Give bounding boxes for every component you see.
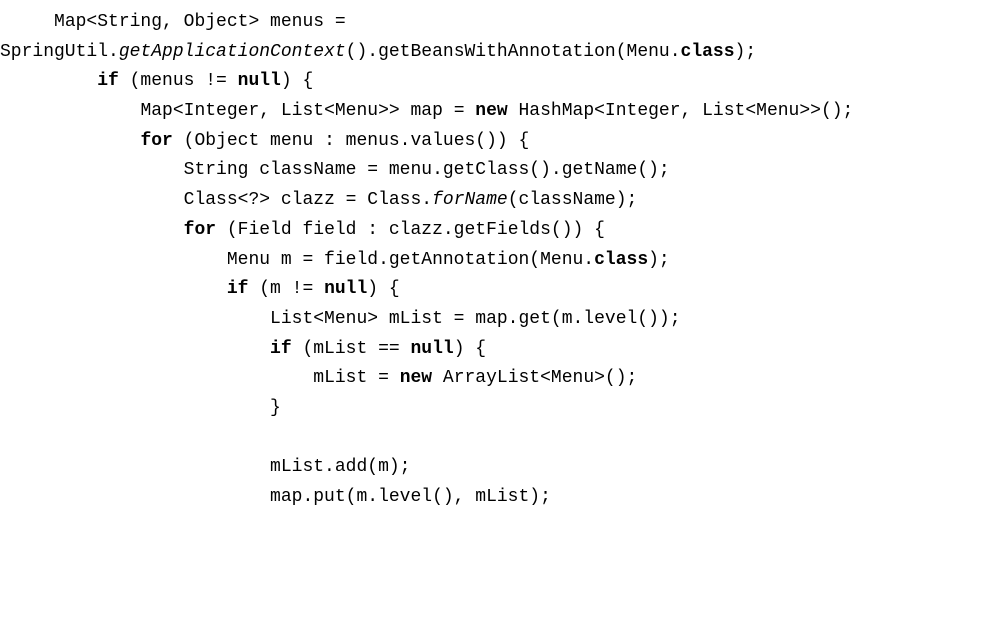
code-line: for (Object menu : menus.values()) { (0, 127, 1000, 157)
code-line: map.put(m.level(), mList); (0, 483, 1000, 513)
code-line: } (0, 394, 1000, 424)
indent (0, 12, 54, 32)
indent (0, 279, 227, 299)
code-token: (menus != (119, 71, 238, 91)
code-token: (Field field : clazz.getFields()) { (216, 220, 605, 240)
keyword-token: null (410, 339, 453, 359)
keyword-token: class (681, 42, 735, 62)
code-token: (Object menu : menus.values()) { (173, 131, 529, 151)
indent (0, 131, 140, 151)
code-token: map.put(m.level(), mList); (270, 487, 551, 507)
code-line: mList.add(m); (0, 453, 1000, 483)
code-line: mList = new ArrayList<Menu>(); (0, 364, 1000, 394)
code-token: (m != (248, 279, 324, 299)
keyword-token: new (475, 101, 507, 121)
code-line: for (Field field : clazz.getFields()) { (0, 216, 1000, 246)
code-token: SpringUtil. (0, 42, 119, 62)
code-token (0, 428, 11, 448)
keyword-token: class (594, 250, 648, 270)
code-token: mList.add(m); (270, 457, 410, 477)
indent (0, 487, 270, 507)
code-token: Map<String, Object> menus = (54, 12, 346, 32)
keyword-token: for (140, 131, 172, 151)
code-line: if (menus != null) { (0, 67, 1000, 97)
indent (0, 398, 270, 418)
code-token: ().getBeansWithAnnotation(Menu. (346, 42, 681, 62)
italic-token: getApplicationContext (119, 42, 346, 62)
code-line: Menu m = field.getAnnotation(Menu.class)… (0, 246, 1000, 276)
code-line: if (m != null) { (0, 275, 1000, 305)
code-line: if (mList == null) { (0, 335, 1000, 365)
code-token: ArrayList<Menu>(); (432, 368, 637, 388)
code-token: Class<?> clazz = Class. (184, 190, 432, 210)
code-line: Map<Integer, List<Menu>> map = new HashM… (0, 97, 1000, 127)
code-token: ) { (281, 71, 313, 91)
code-line: String className = menu.getClass().getNa… (0, 156, 1000, 186)
indent (0, 71, 97, 91)
code-token: ) { (454, 339, 486, 359)
code-token: ) { (367, 279, 399, 299)
indent (0, 457, 270, 477)
keyword-token: if (97, 71, 119, 91)
indent (0, 250, 227, 270)
indent (0, 339, 270, 359)
code-token: String className = menu.getClass().getNa… (184, 160, 670, 180)
code-token: (mList == (292, 339, 411, 359)
code-line: List<Menu> mList = map.get(m.level()); (0, 305, 1000, 335)
indent (0, 101, 140, 121)
code-token: List<Menu> mList = map.get(m.level()); (270, 309, 680, 329)
italic-token: forName (432, 190, 508, 210)
code-line: SpringUtil.getApplicationContext().getBe… (0, 38, 1000, 68)
code-block: Map<String, Object> menus = SpringUtil.ge… (0, 8, 1000, 513)
code-token: ); (735, 42, 757, 62)
indent (0, 368, 313, 388)
keyword-token: for (184, 220, 216, 240)
code-line (0, 424, 1000, 454)
code-token: (className); (508, 190, 638, 210)
code-token: ); (648, 250, 670, 270)
code-line: Class<?> clazz = Class.forName(className… (0, 186, 1000, 216)
code-token: Map<Integer, List<Menu>> map = (140, 101, 475, 121)
keyword-token: null (238, 71, 281, 91)
indent (0, 220, 184, 240)
code-token: mList = (313, 368, 399, 388)
indent (0, 190, 184, 210)
code-token: Menu m = field.getAnnotation(Menu. (227, 250, 594, 270)
keyword-token: if (227, 279, 249, 299)
indent (0, 160, 184, 180)
keyword-token: if (270, 339, 292, 359)
code-token: } (270, 398, 281, 418)
keyword-token: new (400, 368, 432, 388)
indent (0, 309, 270, 329)
keyword-token: null (324, 279, 367, 299)
code-token: HashMap<Integer, List<Menu>>(); (508, 101, 854, 121)
code-line: Map<String, Object> menus = (0, 8, 1000, 38)
